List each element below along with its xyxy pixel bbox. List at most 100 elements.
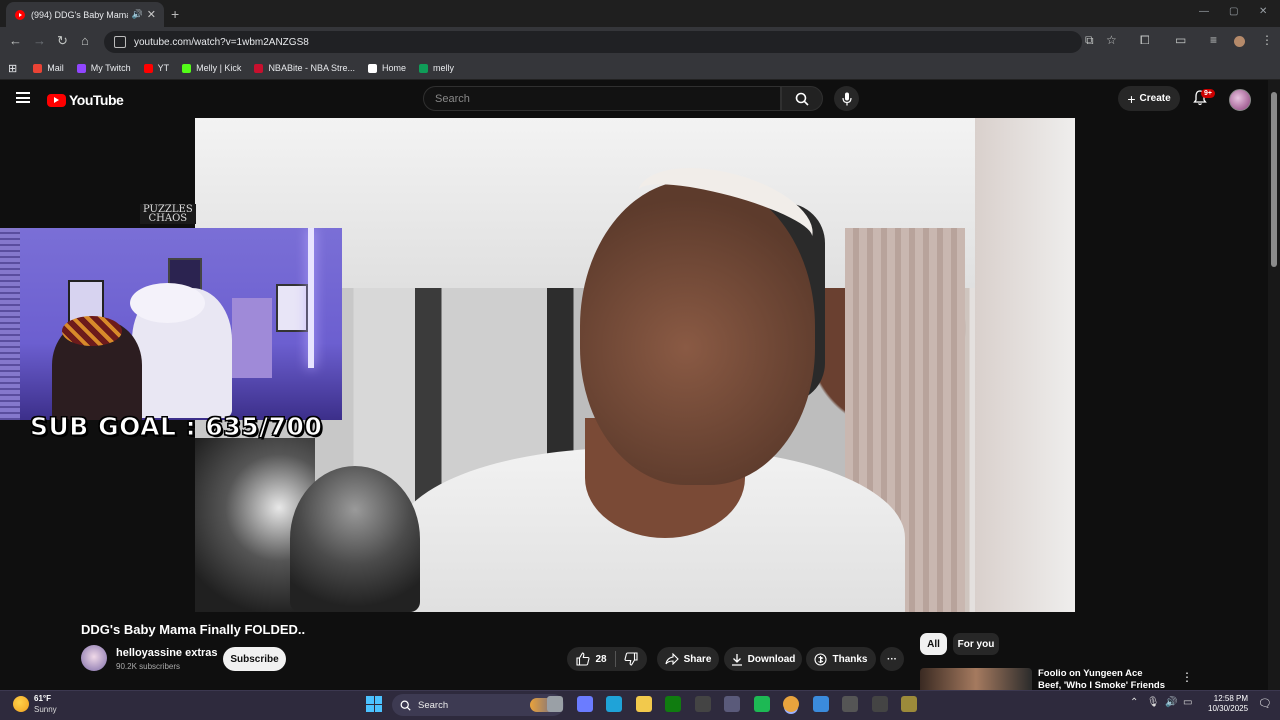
system-tray[interactable]: ⌃ 🎙 🔊 ▭ — [1130, 697, 1192, 708]
notification-center-icon[interactable]: 🗨 — [1258, 697, 1272, 710]
media-player-icon[interactable] — [842, 696, 858, 712]
bookmark-my-twitch[interactable]: My Twitch — [76, 63, 131, 73]
chrome-menu-icon[interactable]: ⋮ — [1261, 33, 1273, 47]
arrow-app-icon[interactable] — [871, 696, 888, 712]
subscribe-button[interactable]: Subscribe — [223, 647, 286, 671]
store-icon[interactable] — [724, 696, 740, 712]
hamburger-menu-icon[interactable] — [16, 92, 30, 103]
show-hidden-icons-icon[interactable]: ⌃ — [1130, 697, 1138, 708]
scrollbar-thumb[interactable] — [1271, 92, 1277, 267]
spotify-icon[interactable] — [753, 696, 770, 712]
taskbar-search-box[interactable]: Search — [392, 694, 564, 716]
xbox-icon[interactable] — [665, 696, 681, 712]
obs-icon[interactable] — [694, 696, 711, 712]
windows-start-icon[interactable] — [366, 696, 382, 712]
minimize-button[interactable]: — — [1199, 6, 1209, 17]
recommended-video-menu-icon[interactable]: ⋮ — [1181, 670, 1193, 684]
channel-name[interactable]: helloyassine extras — [116, 647, 218, 659]
twitch-icon — [76, 63, 86, 73]
nba-icon — [254, 63, 264, 73]
webcam-wall-frame — [276, 284, 308, 332]
download-button[interactable]: Download — [724, 647, 802, 671]
terminal-app-icon[interactable] — [901, 696, 917, 712]
search-button[interactable] — [781, 86, 823, 111]
voice-search-button[interactable] — [834, 86, 859, 111]
close-window-button[interactable]: ✕ — [1259, 6, 1267, 17]
page-scrollbar[interactable] — [1268, 80, 1280, 690]
like-divider — [614, 651, 616, 667]
notification-count-badge: 9+ — [1201, 89, 1215, 98]
sub-goal-text: SUB GOAL : 635/700 — [29, 412, 323, 442]
weather-condition[interactable]: Sunny — [34, 705, 57, 714]
webcam-shelf — [232, 298, 272, 378]
recommended-video-thumbnail[interactable] — [920, 668, 1032, 690]
webcam-led-light — [308, 228, 314, 368]
media-controls-icon[interactable]: ≡ — [1210, 33, 1217, 47]
bookmark-nbabite[interactable]: NBABite - NBA Stre... — [254, 63, 355, 73]
dislike-button[interactable] — [624, 652, 638, 666]
share-arrow-icon — [665, 653, 679, 665]
chip-all[interactable]: All — [920, 633, 947, 655]
bookmark-melly-kick[interactable]: Melly | Kick — [182, 63, 241, 73]
search-icon — [795, 92, 809, 106]
video-scene-microphone — [290, 466, 420, 612]
browser-tab-strip — [0, 0, 1280, 27]
photos-icon[interactable] — [812, 696, 829, 712]
task-view-icon[interactable] — [547, 696, 563, 712]
taskbar-clock[interactable]: 12:58 PM 10/30/2025 — [1208, 694, 1248, 714]
webcam-streamer-hat — [62, 316, 122, 346]
bookmarks-bar: ⊞ Mail My Twitch YT Melly | Kick NBABite… — [0, 57, 1280, 80]
search-input[interactable]: Search — [423, 86, 781, 111]
weather-sun-icon[interactable] — [13, 696, 29, 712]
super-thanks-icon — [814, 652, 828, 666]
webcam-blinds — [0, 228, 20, 420]
more-actions-button[interactable]: ··· — [880, 647, 904, 671]
thanks-button[interactable]: Thanks — [806, 647, 876, 671]
like-button[interactable]: 28 — [576, 652, 607, 666]
tab-audio-icon[interactable]: 🔊 — [132, 9, 143, 20]
melly-icon — [418, 63, 428, 73]
url-text: youtube.com/watch?v=1wbm2ANZGS8 — [134, 36, 309, 48]
file-explorer-icon[interactable] — [635, 696, 652, 712]
reload-icon[interactable]: ↻ — [57, 33, 68, 49]
address-bar[interactable]: youtube.com/watch?v=1wbm2ANZGS8 — [104, 31, 1082, 53]
forward-arrow-icon[interactable]: → — [33, 33, 46, 48]
apps-grid-icon[interactable]: ⊞ — [8, 62, 17, 75]
back-arrow-icon[interactable]: ← — [9, 33, 22, 48]
youtube-logo[interactable]: YouTube — [47, 92, 124, 108]
tab-title: (994) DDG's Baby Mama Fi — [31, 9, 128, 20]
webcam-overlay — [0, 228, 342, 420]
account-avatar[interactable] — [1229, 89, 1251, 111]
extensions-icon[interactable]: ⧠ — [1140, 33, 1150, 48]
chip-for-you[interactable]: For you — [953, 633, 999, 655]
cast-icon[interactable]: ⧉ — [1085, 33, 1094, 48]
bookmark-star-icon[interactable]: ☆ — [1106, 33, 1117, 47]
browser-tab-active[interactable]: (994) DDG's Baby Mama Fi 🔊 ✕ — [6, 2, 164, 27]
create-button[interactable]: + Create — [1118, 86, 1180, 111]
maximize-button[interactable]: ▢ — [1229, 6, 1238, 17]
microphone-icon — [841, 92, 852, 105]
tab-close-icon[interactable]: ✕ — [147, 8, 156, 21]
microphone-tray-icon[interactable]: 🎙 — [1147, 697, 1160, 708]
bookmark-yt[interactable]: YT — [143, 63, 169, 73]
recommended-video-title[interactable]: Foolio on Yungeen Ace Beef, 'Who I Smoke… — [1038, 668, 1168, 690]
x-icon — [367, 63, 377, 73]
profile-avatar-icon[interactable] — [1234, 36, 1245, 47]
network-icon[interactable]: ▭ — [1183, 697, 1192, 708]
channel-avatar[interactable] — [81, 645, 107, 671]
chrome-icon[interactable] — [783, 696, 799, 712]
volume-icon[interactable]: 🔊 — [1165, 697, 1177, 708]
bookmark-mail[interactable]: Mail — [33, 63, 64, 73]
thumbs-down-icon — [624, 652, 638, 666]
copilot-icon[interactable] — [576, 696, 593, 712]
share-button[interactable]: Share — [657, 647, 719, 671]
like-count: 28 — [595, 653, 607, 665]
home-icon[interactable]: ⌂ — [81, 33, 89, 48]
bookmark-melly[interactable]: melly — [418, 63, 454, 73]
new-tab-button[interactable]: + — [171, 6, 179, 22]
side-panel-icon[interactable]: ▭ — [1175, 33, 1186, 47]
weather-temperature[interactable]: 61°F — [34, 694, 51, 703]
edge-icon[interactable] — [606, 696, 622, 712]
site-info-icon[interactable] — [114, 36, 126, 48]
bookmark-home[interactable]: Home — [367, 63, 406, 73]
